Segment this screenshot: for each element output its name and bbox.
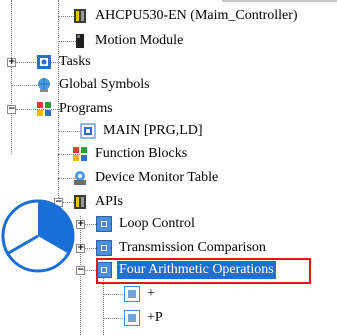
tree-item-label: Global Symbols <box>59 77 150 92</box>
collapse-programs-button[interactable]: − <box>7 105 16 114</box>
tree-item-add-pulse[interactable]: +P <box>124 307 165 329</box>
globe-icon <box>36 77 52 93</box>
tree-item-label: Transmission Comparison <box>119 240 266 255</box>
tree-item-label: + <box>147 286 155 301</box>
function-icon <box>124 286 140 302</box>
tree-item-label: Tasks <box>59 54 91 69</box>
tree-item-label: Function Blocks <box>95 146 188 161</box>
tree-item-programs[interactable]: Programs <box>36 98 115 120</box>
tree-branch <box>103 318 125 319</box>
function-blocks-icon <box>72 146 88 162</box>
tree-item-function-blocks[interactable]: Function Blocks <box>72 143 189 165</box>
tree-item-transmission-comparison[interactable]: Transmission Comparison <box>96 237 268 259</box>
function-icon <box>124 310 140 326</box>
tree-item-label: APIs <box>95 194 124 209</box>
tree-item-tasks[interactable]: Tasks <box>36 51 93 73</box>
callout-circle-icon <box>1 199 75 273</box>
tree-item-apis[interactable]: APIs <box>72 191 125 213</box>
tree-item-device-monitor-table[interactable]: Device Monitor Table <box>72 167 220 189</box>
expand-tasks-button[interactable]: + <box>7 58 16 67</box>
tree-item-add[interactable]: + <box>124 283 157 305</box>
tree-item-main-program[interactable]: MAIN [PRG,LD] <box>80 120 205 142</box>
tree-item-label: MAIN [PRG,LD] <box>103 123 203 138</box>
tree-item-label: +P <box>147 310 163 325</box>
module-icon <box>72 33 88 49</box>
program-icon <box>80 123 96 139</box>
project-tree: + − − + + − AHCPU530-EN (Maim_Controller… <box>0 0 337 335</box>
tree-item-cpu[interactable]: AHCPU530-EN (Maim_Controller) <box>72 5 300 27</box>
cpu-icon <box>72 8 88 24</box>
tree-item-motion-module[interactable]: Motion Module <box>72 30 185 52</box>
tree-top-border <box>222 0 337 2</box>
tree-line-outer <box>11 0 12 154</box>
api-group-icon <box>96 240 112 256</box>
tree-item-global-symbols[interactable]: Global Symbols <box>36 74 152 96</box>
monitor-icon <box>72 170 88 186</box>
tasks-icon <box>36 54 52 70</box>
tree-item-label: Motion Module <box>95 33 184 48</box>
api-group-icon <box>96 216 112 232</box>
tree-item-label: Device Monitor Table <box>95 170 219 185</box>
tree-branch <box>58 131 80 132</box>
highlight-box <box>96 258 311 284</box>
tree-item-label: AHCPU530-EN (Maim_Controller) <box>95 8 298 23</box>
tree-item-loop-control[interactable]: Loop Control <box>96 213 197 235</box>
tree-item-label: Programs <box>59 101 113 116</box>
tree-branch <box>103 294 125 295</box>
tree-line-apis <box>80 216 81 335</box>
programs-icon <box>36 101 52 117</box>
tree-item-label: Loop Control <box>119 216 195 231</box>
